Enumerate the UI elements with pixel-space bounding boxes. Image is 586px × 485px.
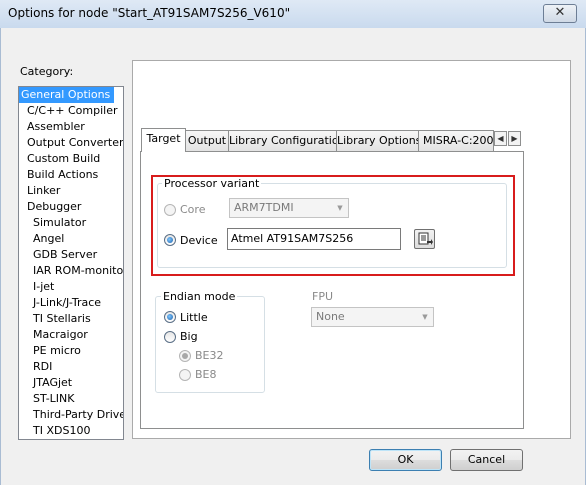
category-item[interactable]: RDI: [33, 359, 52, 375]
category-item[interactable]: Linker: [27, 183, 60, 199]
category-item[interactable]: GDB Server: [33, 247, 97, 263]
tab-library-options[interactable]: Library Options: [336, 130, 419, 151]
device-label: Device: [180, 234, 218, 247]
category-item[interactable]: TI XDS100: [33, 423, 90, 439]
device-field[interactable]: Atmel AT91SAM7S256: [227, 228, 401, 250]
title-bar[interactable]: Options for node "Start_AT91SAM7S256_V61…: [0, 0, 586, 29]
category-item[interactable]: JTAGjet: [33, 375, 72, 391]
endian-mode-title: Endian mode: [161, 290, 238, 303]
core-label: Core: [180, 203, 206, 216]
highlight-box: [151, 175, 515, 276]
tab-misra-c[interactable]: MISRA-C:2004: [418, 130, 494, 151]
be8-radio[interactable]: [179, 369, 191, 381]
category-label: Category:: [20, 65, 74, 78]
be32-radio[interactable]: [179, 350, 191, 362]
little-radio[interactable]: [164, 311, 176, 323]
cancel-button[interactable]: Cancel: [450, 449, 523, 471]
big-radio[interactable]: [164, 331, 176, 343]
category-item[interactable]: Output Converter: [27, 135, 123, 151]
core-select-value: ARM7TDMI: [234, 201, 294, 214]
device-list-icon: [418, 232, 433, 245]
be8-label: BE8: [195, 368, 217, 381]
device-radio[interactable]: [164, 234, 176, 246]
category-item[interactable]: J-Link/J-Trace: [33, 295, 101, 311]
category-item[interactable]: C/C++ Compiler: [27, 103, 118, 119]
window-title: Options for node "Start_AT91SAM7S256_V61…: [8, 6, 291, 20]
fpu-label: FPU: [312, 290, 334, 303]
close-icon[interactable]: ✕: [543, 4, 577, 23]
tab-target[interactable]: Target: [141, 128, 186, 152]
tab-scroll-left-icon[interactable]: ◀: [494, 131, 507, 146]
core-radio[interactable]: [164, 204, 176, 216]
tab-output[interactable]: Output: [185, 130, 229, 151]
category-item[interactable]: IAR ROM-monitor: [33, 263, 123, 279]
little-label: Little: [180, 311, 208, 324]
category-item[interactable]: Custom Build: [27, 151, 100, 167]
tab-library-configuration[interactable]: Library Configuration: [228, 130, 337, 151]
category-item[interactable]: PE micro: [33, 343, 81, 359]
tab-scroll-right-icon[interactable]: ▶: [508, 131, 521, 146]
category-item[interactable]: Simulator: [33, 215, 86, 231]
ok-button[interactable]: OK: [369, 449, 442, 471]
device-select-button[interactable]: [414, 229, 435, 249]
be32-label: BE32: [195, 349, 224, 362]
category-item[interactable]: Build Actions: [27, 167, 98, 183]
category-item[interactable]: Angel: [33, 231, 64, 247]
category-item[interactable]: Assembler: [27, 119, 85, 135]
category-list[interactable]: General Options C/C++ Compiler Assembler Ou…: [18, 86, 124, 440]
category-item[interactable]: TI Stellaris: [33, 311, 91, 327]
core-select[interactable]: ARM7TDMI ▼: [229, 198, 349, 218]
fpu-select[interactable]: None ▼: [311, 307, 434, 327]
category-item[interactable]: Third-Party Driver: [33, 407, 123, 423]
category-item[interactable]: I-jet: [33, 279, 54, 295]
category-item[interactable]: General Options: [19, 87, 115, 103]
big-label: Big: [180, 330, 198, 343]
chevron-down-icon: ▼: [337, 204, 343, 212]
fpu-select-value: None: [316, 310, 345, 323]
category-item[interactable]: Macraigor: [33, 327, 88, 343]
chevron-down-icon: ▼: [422, 313, 428, 321]
category-item[interactable]: ST-LINK: [33, 391, 74, 407]
category-item[interactable]: Debugger: [27, 199, 81, 215]
processor-variant-title: Processor variant: [162, 177, 262, 190]
